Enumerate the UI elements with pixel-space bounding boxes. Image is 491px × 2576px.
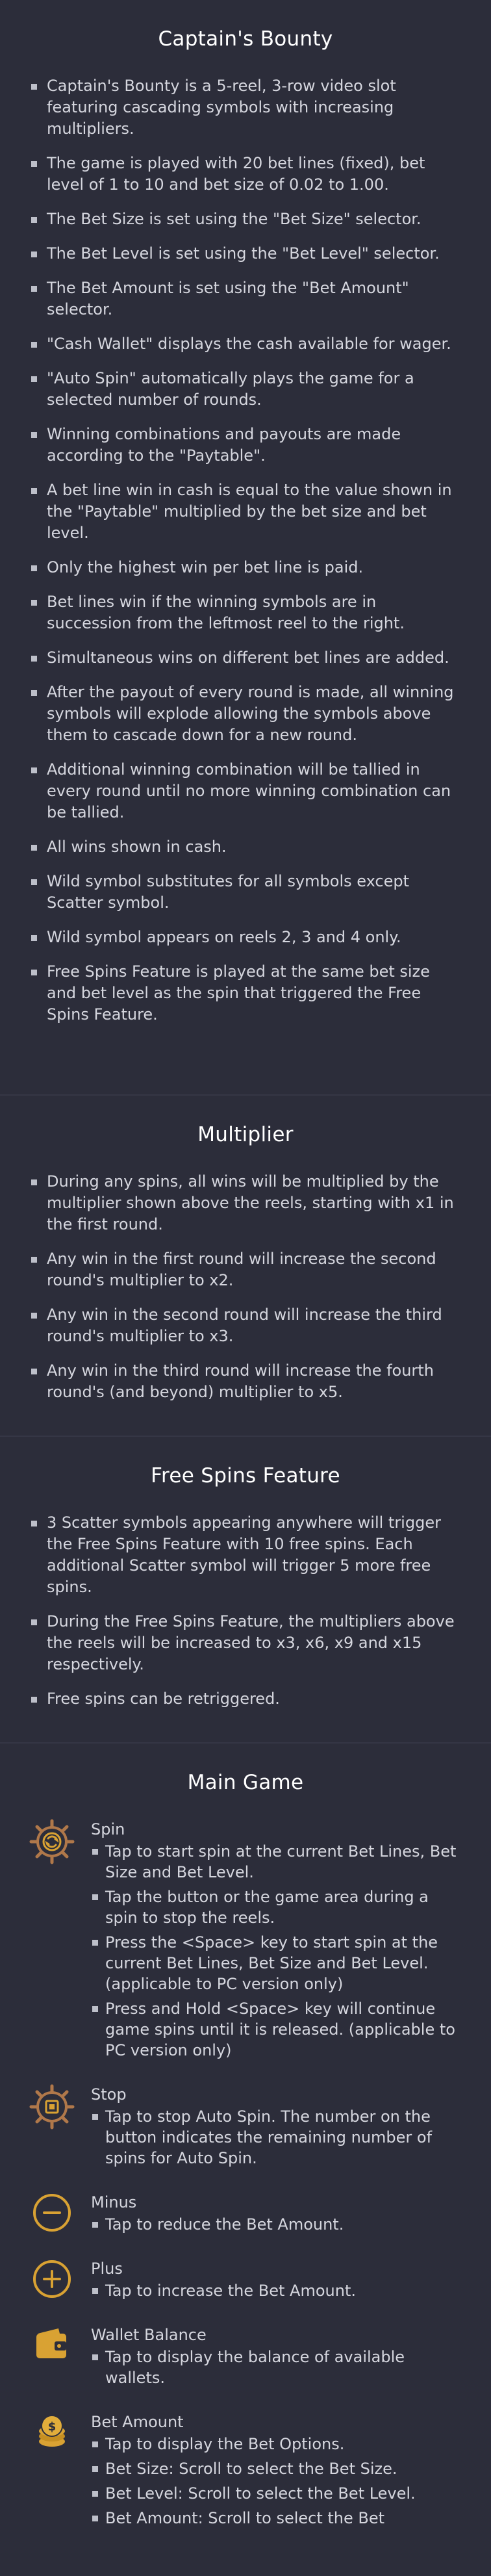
section-free-spins-feature: Free Spins Feature 3 Scatter symbols app… (0, 1436, 491, 1742)
button-name: Bet Amount (91, 2413, 184, 2431)
list-item: Tap to reduce the Bet Amount. (92, 2214, 465, 2235)
button-desc-minus: Minus Tap to reduce the Bet Amount. (0, 2192, 491, 2239)
button-name: Spin (91, 1820, 125, 1838)
list-item: Tap to display the balance of available … (92, 2347, 465, 2388)
list-item: Winning combinations and payouts are mad… (31, 424, 461, 467)
list-item: The Bet Size is set using the "Bet Size"… (31, 209, 461, 230)
list-item: Press the <Space> key to start spin at t… (92, 1932, 465, 1994)
button-name: Wallet Balance (91, 2326, 207, 2344)
section-multiplier: Multiplier During any spins, all wins wi… (0, 1094, 491, 1436)
list-item: During the Free Spins Feature, the multi… (31, 1611, 461, 1675)
list-item: Bet Amount: Scroll to select the Bet (92, 2508, 465, 2529)
list-item: Simultaneous wins on different bet lines… (31, 647, 461, 669)
list-item: Additional winning combination will be t… (31, 759, 461, 823)
list-item: Free spins can be retriggered. (31, 1688, 461, 1710)
button-name: Minus (91, 2193, 137, 2211)
button-name: Plus (91, 2260, 123, 2278)
section-title: Captain's Bounty (158, 27, 333, 51)
list-item: Bet Size: Scroll to select the Bet Size. (92, 2458, 465, 2479)
list-item: Tap the button or the game area during a… (92, 1887, 465, 1928)
list-item: Only the highest win per bet line is pai… (31, 557, 461, 578)
stop-wheel-icon (29, 2084, 75, 2131)
rules-page: Captain's Bounty Captain's Bounty is a 5… (0, 0, 491, 2571)
plus-circle-icon (29, 2258, 75, 2305)
button-desc-stop: Stop Tap to stop Auto Spin. The number o… (0, 2084, 491, 2172)
list-item: Tap to start spin at the current Bet Lin… (92, 1841, 465, 1883)
list-item: The game is played with 20 bet lines (fi… (31, 153, 461, 196)
list-item: Free Spins Feature is played at the same… (31, 961, 461, 1025)
wallet-icon (29, 2325, 75, 2371)
button-desc-spin: Spin Tap to start spin at the current Be… (0, 1819, 491, 2065)
list-item: Bet Level: Scroll to select the Bet Leve… (92, 2483, 465, 2504)
button-desc-bet-amount: $ Bet Amount Tap to display the Bet Opti… (0, 2412, 491, 2532)
list-item: All wins shown in cash. (31, 836, 461, 858)
list-item: During any spins, all wins will be multi… (31, 1171, 461, 1235)
list-item: Press and Hold <Space> key will continue… (92, 1998, 465, 2061)
list-item: Any win in the second round will increas… (31, 1304, 461, 1347)
list-item: The Bet Amount is set using the "Bet Amo… (31, 277, 461, 320)
rules-list: 3 Scatter symbols appearing anywhere wil… (0, 1512, 491, 1710)
button-desc-wallet-balance: Wallet Balance Tap to display the balanc… (0, 2325, 491, 2392)
list-item: "Cash Wallet" displays the cash availabl… (31, 333, 461, 355)
list-item: The Bet Level is set using the "Bet Leve… (31, 243, 461, 264)
list-item: "Auto Spin" automatically plays the game… (31, 368, 461, 411)
section-title: Free Spins Feature (151, 1464, 340, 1488)
list-item: A bet line win in cash is equal to the v… (31, 480, 461, 544)
button-desc-plus: Plus Tap to increase the Bet Amount. (0, 2258, 491, 2305)
list-item: Any win in the first round will increase… (31, 1248, 461, 1291)
list-item: After the payout of every round is made,… (31, 682, 461, 746)
spin-wheel-icon (29, 1819, 75, 1866)
list-item: Bet lines win if the winning symbols are… (31, 591, 461, 634)
minus-circle-icon (29, 2192, 75, 2239)
list-item: Tap to increase the Bet Amount. (92, 2280, 465, 2301)
list-item: Wild symbol appears on reels 2, 3 and 4 … (31, 927, 461, 948)
section-main-game: Main Game Spin Tap to start spin at the … (0, 1742, 491, 2571)
button-name: Stop (91, 2085, 127, 2104)
section-title: Multiplier (197, 1123, 294, 1146)
list-item: Any win in the third round will increase… (31, 1360, 461, 1403)
list-item: Wild symbol substitutes for all symbols … (31, 871, 461, 914)
list-item: Captain's Bounty is a 5-reel, 3-row vide… (31, 75, 461, 140)
list-item: Tap to stop Auto Spin. The number on the… (92, 2106, 465, 2169)
rules-list: During any spins, all wins will be multi… (0, 1171, 491, 1403)
svg-text:$: $ (48, 2420, 57, 2434)
section-title: Main Game (187, 1771, 304, 1794)
section-captains-bounty: Captain's Bounty Captain's Bounty is a 5… (0, 0, 491, 1094)
coin-stack-icon: $ (29, 2412, 75, 2458)
list-item: Tap to display the Bet Options. (92, 2434, 465, 2454)
rules-list: Captain's Bounty is a 5-reel, 3-row vide… (0, 75, 491, 1025)
list-item: 3 Scatter symbols appearing anywhere wil… (31, 1512, 461, 1598)
